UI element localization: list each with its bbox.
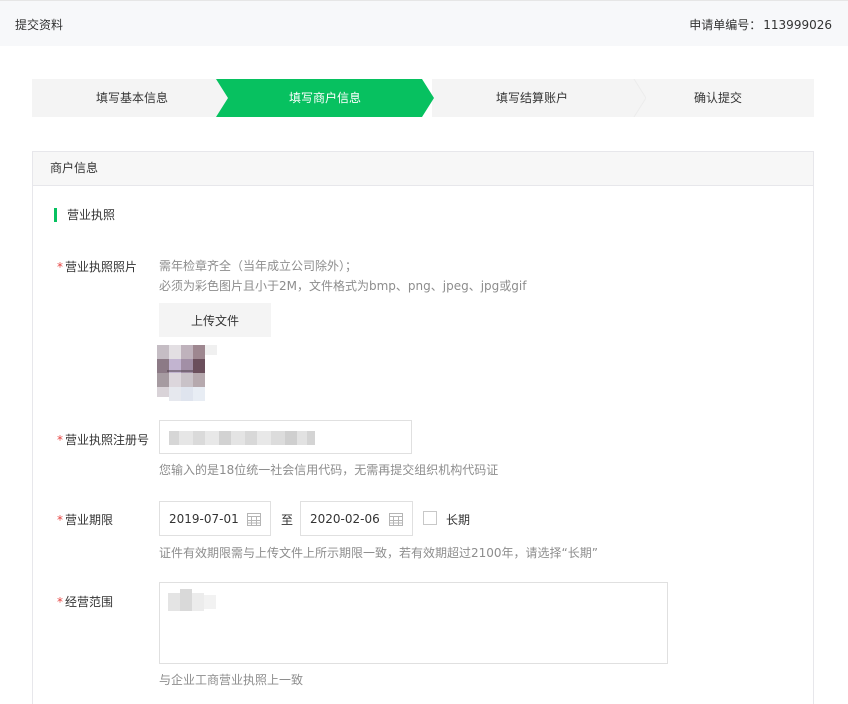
license-photo-hint: 需年检章齐全（当年成立公司除外）； 必须为彩色图片且小于2M，文件格式为bmp、… — [159, 256, 526, 296]
end-date-input[interactable]: 2020-02-06 — [300, 501, 413, 536]
required-mark: * — [57, 595, 63, 609]
step-label: 填写基本信息 — [95, 91, 168, 105]
calendar-icon[interactable] — [389, 512, 403, 526]
panel-title: 商户信息 — [33, 152, 813, 186]
license-number-label: * 营业执照注册号 — [57, 431, 149, 448]
business-scope-label-text: 经营范围 — [65, 595, 114, 609]
license-photo-hint-line2: 必须为彩色图片且小于2M，文件格式为bmp、png、jpeg、jpg或gif — [159, 279, 527, 293]
application-number-value: 113999026 — [763, 18, 832, 32]
step-confirm-submit[interactable]: 确认提交 — [622, 79, 814, 117]
business-scope-label: * 经营范围 — [57, 593, 113, 610]
step-label: 填写商户信息 — [288, 91, 361, 105]
license-photo-thumbnail[interactable] — [157, 341, 217, 405]
required-mark: * — [57, 260, 63, 274]
license-number-input[interactable] — [159, 420, 412, 454]
license-number-hint: 您输入的是18位统一社会信用代码，无需再提交组织机构代码证 — [159, 463, 499, 477]
step-separator — [622, 79, 646, 117]
license-photo-label-text: 营业执照照片 — [65, 260, 138, 274]
long-term-checkbox[interactable] — [423, 511, 437, 525]
validity-period-label: * 营业期限 — [57, 511, 113, 528]
upload-file-button[interactable]: 上传文件 — [159, 303, 271, 337]
validity-period-label-text: 营业期限 — [65, 513, 114, 527]
application-number: 申请单编号： 113999026 — [689, 16, 832, 33]
calendar-icon[interactable] — [247, 512, 261, 526]
top-bar: 提交资料 申请单编号： 113999026 — [0, 0, 848, 46]
section-title-business-license: 营业执照 — [54, 208, 115, 222]
progress-steps: 填写基本信息 填写结算账户 确认提交 填写商户信息 — [32, 79, 814, 117]
start-date-value: 2019-07-01 — [169, 512, 239, 526]
required-mark: * — [57, 433, 63, 447]
date-range-separator: 至 — [281, 513, 294, 527]
step-merchant-info[interactable]: 填写商户信息 — [216, 79, 434, 117]
business-scope-hint: 与企业工商营业执照上一致 — [159, 673, 304, 687]
long-term-label[interactable]: 长期 — [446, 511, 470, 528]
application-number-label: 申请单编号： — [689, 18, 762, 32]
license-number-label-text: 营业执照注册号 — [65, 433, 150, 447]
validity-period-hint: 证件有效期限需与上传文件上所示期限一致，若有效期超过2100年，请选择“长期” — [159, 546, 598, 560]
obscured-text — [169, 431, 315, 445]
obscured-text — [168, 589, 216, 611]
step-label: 确认提交 — [693, 91, 742, 105]
license-photo-hint-line1: 需年检章齐全（当年成立公司除外）； — [159, 259, 358, 273]
page-title: 提交资料 — [15, 18, 64, 32]
license-photo-label: * 营业执照照片 — [57, 258, 137, 275]
step-settlement-account[interactable]: 填写结算账户 — [432, 79, 632, 117]
step-label: 填写结算账户 — [495, 91, 568, 105]
step-basic-info[interactable]: 填写基本信息 — [32, 79, 232, 117]
start-date-input[interactable]: 2019-07-01 — [159, 501, 271, 536]
end-date-value: 2020-02-06 — [310, 512, 380, 526]
required-mark: * — [57, 513, 63, 527]
business-scope-textarea[interactable] — [159, 582, 668, 664]
